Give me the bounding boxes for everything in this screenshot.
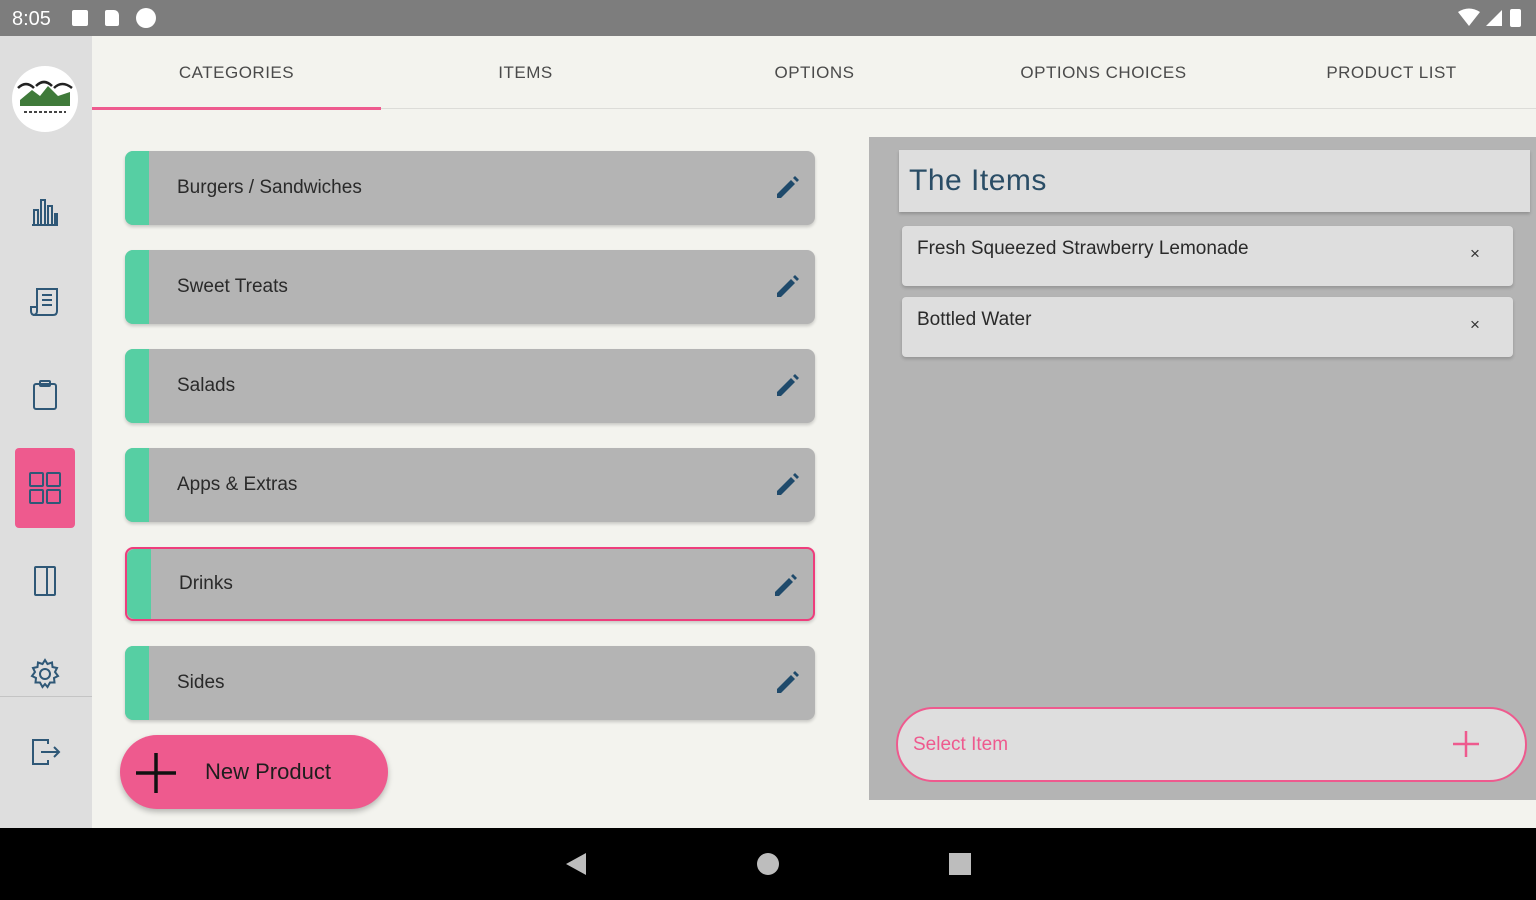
- category-label: Sides: [177, 672, 225, 693]
- active-tab-indicator: [92, 107, 381, 110]
- pencil-icon: [777, 473, 799, 495]
- category-card[interactable]: Burgers / Sandwiches: [125, 151, 815, 225]
- category-label: Sweet Treats: [177, 276, 288, 297]
- logout-icon: [32, 739, 61, 765]
- category-card[interactable]: Sides: [125, 646, 815, 720]
- tab-options[interactable]: OPTIONS: [670, 36, 959, 109]
- sidebar-divider: [0, 696, 92, 697]
- gear-icon: [30, 658, 60, 689]
- tab-options-choices[interactable]: OPTIONS CHOICES: [959, 36, 1248, 109]
- edit-category-button[interactable]: [769, 665, 805, 701]
- category-label: Drinks: [179, 573, 233, 594]
- add-icon[interactable]: [1451, 729, 1481, 759]
- status-bar: 8:05: [0, 0, 1536, 36]
- pencil-icon: [777, 374, 799, 396]
- category-label: Salads: [177, 375, 236, 396]
- tab-categories[interactable]: CATEGORIES: [92, 36, 381, 110]
- recents-icon[interactable]: [946, 850, 974, 878]
- bar-chart-icon: [32, 199, 58, 226]
- edit-category-button[interactable]: [769, 467, 805, 503]
- category-card[interactable]: Sweet Treats: [125, 250, 815, 324]
- status-time: 8:05: [12, 8, 51, 30]
- item-card[interactable]: Bottled Water ×: [902, 297, 1513, 357]
- category-card[interactable]: Apps & Extras: [125, 448, 815, 522]
- app-notification-icon: [136, 8, 156, 28]
- grid-icon: [29, 472, 61, 504]
- category-label: Burgers / Sandwiches: [177, 177, 362, 198]
- remove-item-button[interactable]: ×: [1465, 244, 1485, 264]
- back-icon[interactable]: [562, 850, 590, 878]
- tab-label: OPTIONS CHOICES: [1020, 62, 1187, 82]
- category-color-stripe: [127, 549, 151, 619]
- category-label: Apps & Extras: [177, 474, 298, 495]
- pencil-icon: [777, 176, 799, 198]
- category-color-stripe: [125, 448, 149, 522]
- sidebar: [0, 36, 92, 828]
- pencil-icon: [777, 275, 799, 297]
- sidebar-item-reports[interactable]: [15, 171, 75, 251]
- sidebar-item-settings[interactable]: [15, 634, 75, 714]
- category-color-stripe: [125, 349, 149, 423]
- notification-icon: [72, 10, 88, 26]
- receipt-icon: [30, 288, 58, 316]
- item-card[interactable]: Fresh Squeezed Strawberry Lemonade ×: [902, 226, 1513, 286]
- items-panel: The Items Fresh Squeezed Strawberry Lemo…: [869, 137, 1536, 800]
- sidebar-item-layout[interactable]: [15, 541, 75, 621]
- item-label: Bottled Water: [917, 309, 1032, 330]
- pencil-icon: [775, 574, 797, 596]
- new-product-label: New Product: [205, 759, 331, 784]
- category-color-stripe: [125, 646, 149, 720]
- edit-category-button[interactable]: [769, 170, 805, 206]
- remove-item-button[interactable]: ×: [1465, 315, 1485, 335]
- select-item-field[interactable]: Select Item: [896, 707, 1527, 782]
- select-item-placeholder: Select Item: [913, 733, 1009, 755]
- brand-logo: [12, 66, 78, 132]
- category-color-stripe: [125, 250, 149, 324]
- tab-label: CATEGORIES: [178, 62, 295, 82]
- sidebar-item-logout[interactable]: [15, 712, 75, 792]
- sidebar-item-menu[interactable]: [15, 448, 75, 528]
- sd-card-icon: [105, 10, 119, 26]
- sidebar-item-inventory[interactable]: [15, 355, 75, 435]
- tab-product-list[interactable]: PRODUCT LIST: [1247, 36, 1536, 109]
- edit-category-button[interactable]: [769, 269, 805, 305]
- sidebar-item-orders[interactable]: [15, 262, 75, 342]
- tab-label: PRODUCT LIST: [1326, 62, 1457, 82]
- plus-icon: [136, 753, 176, 793]
- system-nav-bar: [0, 828, 1536, 900]
- category-color-stripe: [125, 151, 149, 225]
- new-product-button[interactable]: New Product: [120, 735, 388, 809]
- sidebar-panel-icon: [34, 566, 56, 596]
- category-card-selected[interactable]: Drinks: [125, 547, 815, 621]
- tab-items[interactable]: ITEMS: [381, 36, 670, 109]
- category-card[interactable]: Salads: [125, 349, 815, 423]
- tab-bar: CATEGORIES ITEMS OPTIONS OPTIONS CHOICES…: [92, 36, 1536, 110]
- tab-label: ITEMS: [498, 62, 553, 82]
- tab-label: OPTIONS: [774, 62, 855, 82]
- edit-category-button[interactable]: [769, 368, 805, 404]
- item-label: Fresh Squeezed Strawberry Lemonade: [917, 238, 1249, 259]
- home-icon[interactable]: [754, 850, 782, 878]
- clipboard-icon: [33, 380, 57, 410]
- panel-title: The Items: [899, 150, 1530, 212]
- wifi-signal-battery-icon: [1458, 8, 1521, 27]
- edit-category-button[interactable]: [767, 568, 803, 604]
- pencil-icon: [777, 671, 799, 693]
